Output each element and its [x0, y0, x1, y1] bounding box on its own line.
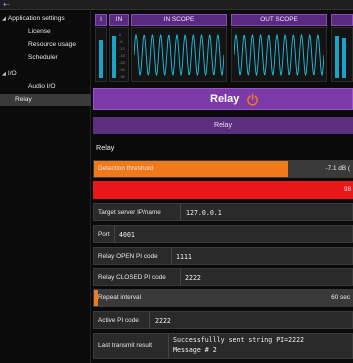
out-level-bar [335, 36, 339, 78]
sidebar-item-label: Resource usage [28, 41, 77, 48]
sidebar-item-label: I/O [7, 70, 17, 77]
repeat-interval-value: 60 sec [331, 294, 350, 301]
out-meter [331, 27, 353, 82]
detection-threshold-value: -7.1 dB ( [325, 165, 350, 172]
in-meter-header: IN [109, 14, 129, 26]
repeat-interval-slider[interactable]: Repeat interval 60 sec [93, 289, 353, 307]
open-pi-label: Relay OPEN PI code [98, 253, 158, 260]
sidebar: ◢ Application settings License Resource u… [0, 11, 91, 363]
back-arrow-icon[interactable]: ⇠ [3, 0, 10, 10]
port-row: Port 4001 [93, 225, 353, 243]
in-scope [131, 27, 227, 82]
active-pi-value: 2222 [155, 317, 171, 325]
in-scope-header: IN SCOPE [131, 14, 227, 26]
open-pi-row: Relay OPEN PI code 1111 [93, 247, 353, 265]
i-level-bar [99, 40, 103, 78]
sidebar-item-label: Relay [15, 96, 32, 103]
port-field[interactable]: 4001 [119, 226, 135, 244]
detection-threshold-label: Detection threshold [98, 165, 154, 172]
out-level-bar-2 [342, 38, 346, 78]
detection-threshold-slider[interactable]: Detection threshold -7.1 dB ( [93, 160, 353, 178]
out-scope [231, 27, 327, 82]
last-transmit-line1: Successfullly sent string PI=2222 [173, 336, 305, 344]
sidebar-item-label: Scheduler [28, 54, 58, 61]
top-bar: ⇠ [0, 0, 353, 10]
sidebar-item-label: Application settings [7, 15, 65, 22]
in-meter: 0 -6 -12 -18 -24 -30 -36 [109, 27, 129, 82]
target-server-field[interactable]: 127.0.0.1 [186, 204, 222, 222]
meters-panel: I IN IN SCOPE OUT SCOPE 0 -6 -12 -18 -24 -30-… [93, 14, 353, 84]
active-pi-label: Active PI code [98, 317, 139, 324]
port-label: Port [98, 231, 110, 238]
detection-level-bar: 98 [93, 181, 353, 199]
sidebar-item-license[interactable]: License [28, 26, 51, 38]
sidebar-item-resource-usage[interactable]: Resource usage [28, 39, 76, 51]
relay-header: Relay [93, 88, 353, 110]
target-server-label: Target server IP/name [98, 209, 161, 216]
relay-title: Relay [210, 93, 240, 105]
sidebar-item-io[interactable]: ◢ I/O [2, 68, 17, 80]
closed-pi-field[interactable]: 2222 [185, 269, 201, 287]
out-meter-header [331, 14, 353, 26]
expand-arrow-icon[interactable]: ◢ [2, 71, 6, 77]
last-transmit-line2: Message # 2 [173, 346, 217, 354]
sidebar-item-label: License [28, 28, 51, 35]
target-server-row: Target server IP/name 127.0.0.1 [93, 203, 353, 221]
in-level-bar [112, 36, 116, 78]
expand-arrow-icon[interactable]: ◢ [2, 16, 6, 22]
active-pi-row: Active PI code 2222 [93, 311, 353, 329]
sidebar-item-application-settings[interactable]: ◢ Application settings [2, 13, 65, 25]
out-scope-waveform [234, 33, 324, 77]
closed-pi-label: Relay CLOSED PI code [98, 274, 166, 281]
open-pi-field[interactable]: 1111 [176, 248, 192, 266]
out-scope-header: OUT SCOPE [231, 14, 327, 26]
i-meter-header: I [95, 14, 107, 26]
detection-level-value: 98 [343, 186, 351, 193]
power-icon[interactable] [246, 93, 259, 106]
sidebar-item-label: Audio I/O [28, 83, 56, 90]
last-transmit-row: Last transmit result Successfullly sent … [93, 333, 353, 359]
meter-ticks: 0 -6 -12 -18 -24 -30 -36 [119, 32, 125, 79]
repeat-interval-label: Repeat interval [98, 294, 141, 301]
in-scope-waveform [134, 33, 224, 77]
closed-pi-row: Relay CLOSED PI code 2222 [93, 268, 353, 286]
last-transmit-label: Last transmit result [98, 342, 152, 349]
relay-subbar: Relay [93, 117, 353, 134]
sidebar-item-relay[interactable]: Relay [0, 94, 91, 106]
sidebar-item-scheduler[interactable]: Scheduler [28, 52, 58, 64]
section-label: Relay [96, 143, 115, 152]
i-meter [95, 27, 107, 82]
sidebar-item-audio-io[interactable]: Audio I/O [28, 81, 56, 93]
